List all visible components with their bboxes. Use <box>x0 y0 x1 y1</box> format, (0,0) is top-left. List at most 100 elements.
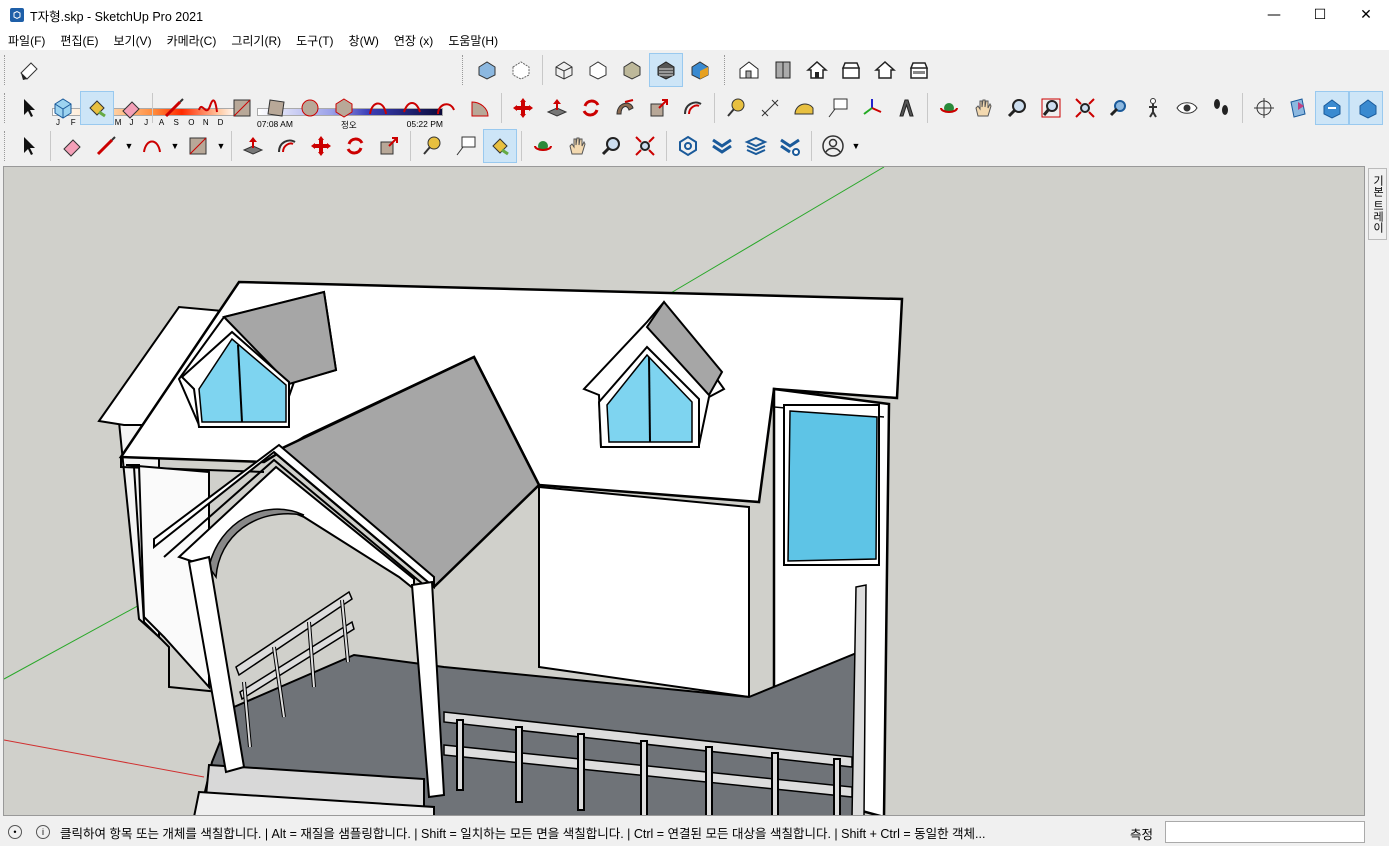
section-plane-button[interactable] <box>1247 91 1281 125</box>
tape-measure-button[interactable] <box>415 129 449 163</box>
orbit-tool-button[interactable] <box>932 91 966 125</box>
offset-tool-button[interactable] <box>676 91 710 125</box>
three-point-arc-button[interactable] <box>429 91 463 125</box>
right-view-button[interactable] <box>834 53 868 87</box>
menu-draw[interactable]: 그리기(R) <box>223 32 288 49</box>
info-icon[interactable]: i <box>36 825 50 839</box>
shaded-button[interactable] <box>615 53 649 87</box>
default-tray-tab[interactable]: 기본 트레이 <box>1368 168 1387 240</box>
circle-tool-button[interactable] <box>293 91 327 125</box>
position-camera-button[interactable] <box>1136 91 1170 125</box>
protractor-button[interactable] <box>787 91 821 125</box>
menu-help[interactable]: 도움말(H) <box>440 32 505 49</box>
monochrome-button[interactable] <box>683 53 717 87</box>
wireframe-button[interactable] <box>547 53 581 87</box>
shadow-toggle-button[interactable] <box>12 53 46 87</box>
toolbar-grip[interactable] <box>4 55 8 85</box>
eraser-button[interactable] <box>55 129 89 163</box>
arc-tool-button[interactable] <box>135 129 169 163</box>
3d-text-button[interactable] <box>889 91 923 125</box>
pan-tool-button[interactable] <box>560 129 594 163</box>
top-view-button[interactable] <box>766 53 800 87</box>
menu-view[interactable]: 보기(V) <box>105 32 158 49</box>
zoom-tool-button[interactable] <box>1000 91 1034 125</box>
model-scene[interactable] <box>4 167 1365 816</box>
dimension-tool-button[interactable] <box>753 91 787 125</box>
zoom-extents-button[interactable] <box>1068 91 1102 125</box>
walk-tool-button[interactable] <box>1204 91 1238 125</box>
toolbar-grip[interactable] <box>462 55 466 85</box>
front-view-button[interactable] <box>800 53 834 87</box>
text-tool-button[interactable] <box>821 91 855 125</box>
back-edges-button[interactable] <box>504 53 538 87</box>
push-pull-button[interactable] <box>540 91 574 125</box>
send-to-layout-button[interactable] <box>739 129 773 163</box>
left-view-button[interactable] <box>902 53 936 87</box>
menu-window[interactable]: 창(W) <box>341 32 386 49</box>
maximize-button[interactable]: ☐ <box>1297 0 1343 30</box>
menu-file[interactable]: 파일(F) <box>0 32 52 49</box>
previous-view-button[interactable] <box>1102 91 1136 125</box>
two-point-arc-button[interactable] <box>395 91 429 125</box>
scale-tool-button[interactable] <box>642 91 676 125</box>
paint-bucket-button[interactable] <box>483 129 517 163</box>
display-section-cuts-button[interactable] <box>1315 91 1349 125</box>
pie-tool-button[interactable] <box>463 91 497 125</box>
display-section-fill-button[interactable] <box>1349 91 1383 125</box>
geo-location-icon[interactable]: • <box>8 825 22 839</box>
display-section-planes-button[interactable] <box>1281 91 1315 125</box>
extension-warehouse-button[interactable] <box>705 129 739 163</box>
account-dropdown-icon[interactable]: ▼ <box>850 129 862 163</box>
arc-dropdown-icon[interactable]: ▼ <box>169 129 181 163</box>
menu-extensions[interactable]: 연장 (x) <box>386 32 440 49</box>
scale-tool-button[interactable] <box>372 129 406 163</box>
menu-camera[interactable]: 카메라(C) <box>159 32 224 49</box>
close-button[interactable]: ✕ <box>1343 0 1389 30</box>
rectangle-tool-button[interactable] <box>181 129 215 163</box>
iso-view-button[interactable] <box>732 53 766 87</box>
line-dropdown-icon[interactable]: ▼ <box>123 129 135 163</box>
rotated-rectangle-button[interactable] <box>259 91 293 125</box>
make-component-button[interactable] <box>46 91 80 125</box>
measurements-input[interactable] <box>1165 821 1365 843</box>
drawing-viewport[interactable] <box>3 166 1365 816</box>
extension-manager-button[interactable] <box>773 129 807 163</box>
shaded-textures-button[interactable] <box>649 53 683 87</box>
move-tool-button[interactable] <box>506 91 540 125</box>
rectangle-tool-button[interactable] <box>225 91 259 125</box>
shape-dropdown-icon[interactable]: ▼ <box>215 129 227 163</box>
move-tool-button[interactable] <box>304 129 338 163</box>
3d-warehouse-button[interactable] <box>671 129 705 163</box>
rotate-tool-button[interactable] <box>338 129 372 163</box>
select-tool-button[interactable] <box>12 129 46 163</box>
toolbar-grip[interactable] <box>724 55 728 85</box>
hidden-line-button[interactable] <box>581 53 615 87</box>
minimize-button[interactable]: — <box>1251 0 1297 30</box>
xray-style-button[interactable] <box>470 53 504 87</box>
zoom-window-button[interactable] <box>1034 91 1068 125</box>
pan-tool-button[interactable] <box>966 91 1000 125</box>
toolbar-grip[interactable] <box>4 93 8 123</box>
account-icon[interactable] <box>816 129 850 163</box>
follow-me-button[interactable] <box>608 91 642 125</box>
select-tool-button[interactable] <box>12 91 46 125</box>
line-tool-button[interactable] <box>89 129 123 163</box>
menu-tools[interactable]: 도구(T) <box>288 32 340 49</box>
arc-tool-button[interactable] <box>361 91 395 125</box>
text-tool-button[interactable] <box>449 129 483 163</box>
line-tool-button[interactable] <box>157 91 191 125</box>
push-pull-button[interactable] <box>236 129 270 163</box>
menu-edit[interactable]: 편집(E) <box>52 32 105 49</box>
paint-bucket-button[interactable] <box>80 91 114 125</box>
toolbar-grip[interactable] <box>4 131 8 161</box>
rotate-tool-button[interactable] <box>574 91 608 125</box>
look-around-button[interactable] <box>1170 91 1204 125</box>
polygon-tool-button[interactable] <box>327 91 361 125</box>
zoom-extents-button[interactable] <box>628 129 662 163</box>
offset-tool-button[interactable] <box>270 129 304 163</box>
axes-tool-button[interactable] <box>855 91 889 125</box>
orbit-tool-button[interactable] <box>526 129 560 163</box>
back-view-button[interactable] <box>868 53 902 87</box>
tape-measure-button[interactable] <box>719 91 753 125</box>
freehand-tool-button[interactable] <box>191 91 225 125</box>
